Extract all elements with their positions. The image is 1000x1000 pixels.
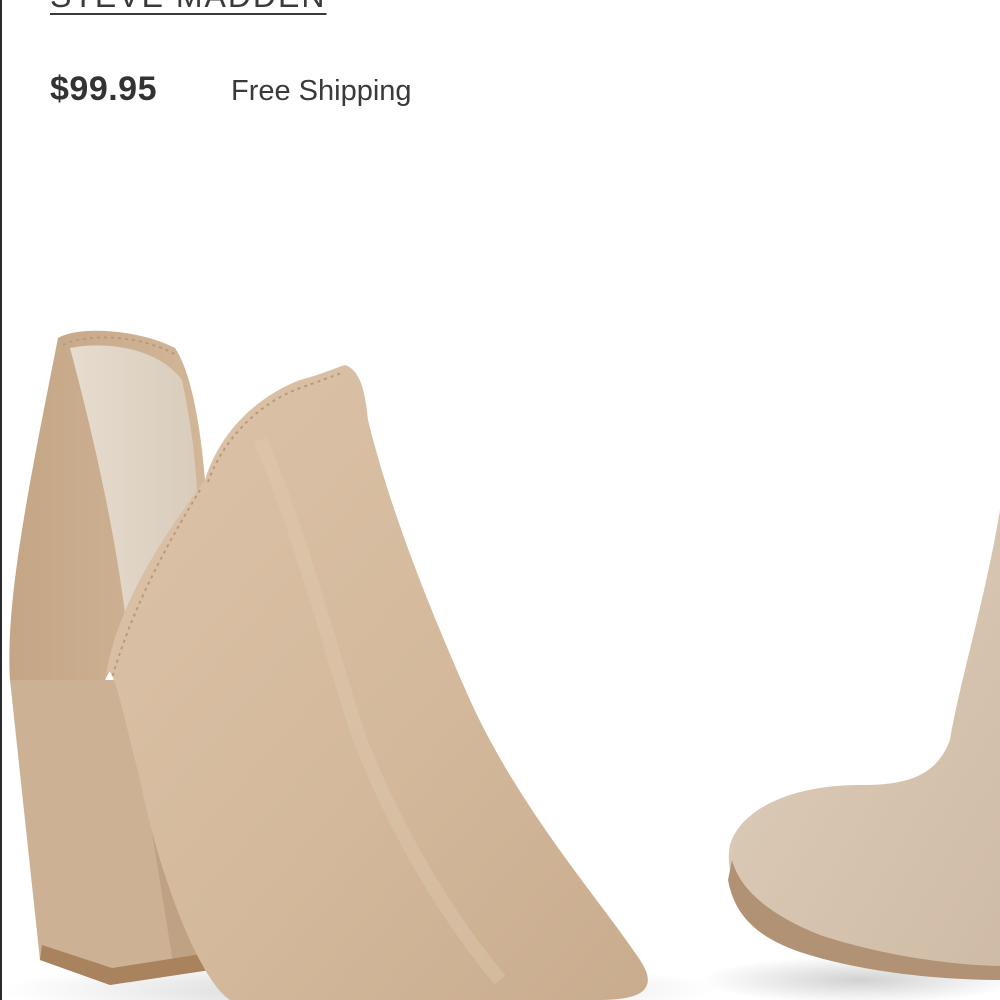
brand-link[interactable]: STEVE MADDEN bbox=[50, 0, 326, 15]
product-image[interactable] bbox=[0, 180, 1000, 1000]
product-page: STEVE MADDEN $99.95 Free Shipping bbox=[0, 0, 1000, 1000]
product-price: $99.95 bbox=[50, 70, 157, 108]
second-boot bbox=[728, 510, 1000, 970]
shipping-label: Free Shipping bbox=[231, 75, 412, 107]
price-row: $99.95 Free Shipping bbox=[50, 70, 412, 109]
